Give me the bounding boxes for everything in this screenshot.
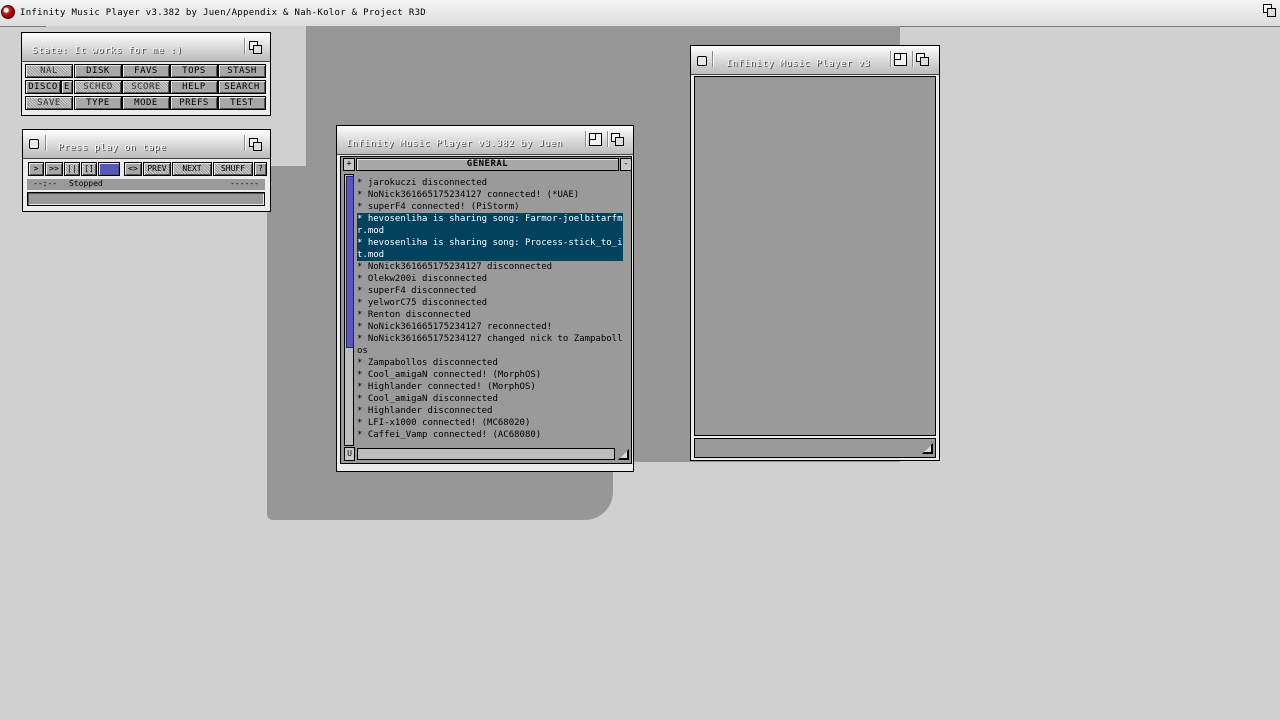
chat-message: * superF4 disconnected [357, 286, 477, 296]
screen-title: Infinity Music Player v3.382 by Juen/App… [20, 8, 427, 18]
chat-message: * yelworC75 disconnected [357, 298, 488, 308]
loop-button[interactable]: <> [124, 162, 142, 176]
chat-window: Infinity Music Player v3.382 by Juen + G… [336, 125, 634, 472]
player-controls: > >> || [] <> PREV NEXT SHUFF ? [28, 162, 268, 176]
tops-button[interactable]: TOPS [170, 64, 218, 78]
player-window: Press play on tape > >> || [] <> PREV NE… [22, 129, 271, 212]
prefs-button[interactable]: PREFS [170, 96, 218, 110]
sched-button[interactable]: SCHED [74, 80, 122, 94]
chat-window-titlebar[interactable]: Infinity Music Player v3.382 by Juen [337, 126, 633, 155]
score-button[interactable]: SCORE [122, 80, 170, 94]
chat-message: * Renton disconnected [357, 310, 471, 320]
mode-button[interactable]: MODE [122, 96, 170, 110]
e-button[interactable]: E [61, 80, 73, 94]
play-status: Stopped [69, 179, 103, 188]
song-progress-bar[interactable] [27, 192, 265, 206]
volume-slider[interactable] [98, 162, 120, 176]
window-title: State: It works for me :) [32, 46, 183, 56]
chat-message-highlighted[interactable]: * hevosenliha is sharing song: Farmor-jo… [357, 213, 623, 237]
channel-bar: + GENERAL - [341, 157, 632, 171]
right-window-content [694, 76, 936, 436]
status-row: --:-- Stopped ------ [27, 179, 265, 190]
close-gadget-icon[interactable] [697, 56, 707, 66]
titlebar-separator [712, 51, 713, 67]
channel-remove-button[interactable]: - [620, 158, 632, 171]
chat-message: * Highlander disconnected [357, 406, 493, 416]
titlebar-separator [912, 51, 913, 67]
screen-title-bar: Infinity Music Player v3.382 by Juen/App… [0, 0, 1280, 27]
save-button[interactable]: SAVE [25, 96, 73, 110]
next-button[interactable]: NEXT [172, 162, 212, 176]
nal-button[interactable]: NAL [25, 64, 73, 78]
chat-message: * superF4 connected! (PiStorm) [357, 202, 520, 212]
search-button[interactable]: SEARCH [218, 80, 266, 94]
window-title: Infinity Music Player v3 [726, 59, 871, 69]
right-window: Infinity Music Player v3 [690, 45, 940, 461]
help-button[interactable]: HELP [170, 80, 218, 94]
chat-message: * jarokuczi disconnected [357, 178, 488, 188]
close-gadget-icon[interactable] [29, 139, 39, 149]
titlebar-separator [585, 131, 586, 147]
chat-message: * Caffei_Vamp connected! (AC68080) [357, 430, 542, 440]
chat-message: * LFI-x1000 connected! (MC68020) [357, 418, 531, 428]
chat-message: * NoNick361665175234127 changed nick to … [357, 334, 623, 356]
disk-button[interactable]: DISK [74, 64, 122, 78]
scrollbar-thumb[interactable] [346, 176, 354, 348]
channel-name[interactable]: GENERAL [356, 158, 619, 171]
right-window-titlebar[interactable]: Infinity Music Player v3 [691, 46, 939, 75]
app-logo-icon [1, 5, 15, 19]
window-title: Press play on tape [58, 143, 167, 153]
titlebar-separator [607, 131, 608, 147]
resize-handle-icon[interactable] [617, 448, 629, 460]
chat-message: * NoNick361665175234127 disconnected [357, 262, 553, 272]
titlebar-separator [890, 51, 891, 67]
shuffle-button[interactable]: SHUFF [213, 162, 253, 176]
info-button[interactable]: ? [254, 162, 267, 176]
depth-gadget-icon[interactable] [915, 52, 931, 68]
chat-input-field[interactable] [357, 448, 615, 460]
chat-message: * NoNick361665175234127 reconnected! [357, 322, 553, 332]
screen-depth-icon[interactable] [1262, 3, 1278, 19]
chat-message: * Cool_amigaN connected! (MorphOS) [357, 370, 542, 380]
forward-button[interactable]: >> [45, 162, 63, 176]
status-extra: ------ [230, 179, 259, 188]
disco-button[interactable]: DISCO [25, 80, 61, 94]
chat-message: * Olekw200i disconnected [357, 274, 488, 284]
chat-message-highlighted[interactable]: * hevosenliha is sharing song: Process-s… [357, 237, 623, 261]
state-window: State: It works for me :) NAL DISK FAVS … [21, 32, 271, 116]
channel-add-button[interactable]: + [343, 158, 355, 171]
play-button[interactable]: > [28, 162, 44, 176]
chat-message: * NoNick361665175234127 connected! (*UAE… [357, 190, 580, 200]
window-title: Infinity Music Player v3.382 by Juen [346, 139, 563, 149]
user-list-button[interactable]: U [344, 447, 355, 461]
resize-handle-icon[interactable] [921, 442, 933, 454]
right-window-bottom-bar [694, 438, 936, 458]
test-button[interactable]: TEST [218, 96, 266, 110]
favs-button[interactable]: FAVS [122, 64, 170, 78]
stash-button[interactable]: STASH [218, 64, 266, 78]
zoom-gadget-icon[interactable] [588, 132, 604, 148]
chat-vertical-scrollbar[interactable] [344, 174, 354, 446]
chat-message: * Cool_amigaN disconnected [357, 394, 498, 404]
pause-button[interactable]: || [64, 162, 80, 176]
titlebar-separator [244, 38, 245, 54]
depth-gadget-icon[interactable] [248, 40, 264, 56]
stop-button[interactable]: [] [81, 162, 97, 176]
player-window-titlebar[interactable]: Press play on tape [23, 130, 270, 159]
titlebar-separator [45, 135, 46, 151]
chat-message: * Zampabollos disconnected [357, 358, 498, 368]
play-time: --:-- [33, 179, 58, 188]
prev-button[interactable]: PREV [143, 162, 171, 176]
type-button[interactable]: TYPE [74, 96, 122, 110]
chat-panel: + GENERAL - * jarokuczi disconnected * N… [340, 156, 632, 464]
zoom-gadget-icon[interactable] [893, 52, 909, 68]
depth-gadget-icon[interactable] [248, 137, 264, 153]
titlebar-separator [244, 135, 245, 151]
state-window-titlebar[interactable]: State: It works for me :) [22, 33, 270, 62]
chat-log: * jarokuczi disconnected * NoNick3616651… [357, 177, 623, 447]
chat-message: * Highlander connected! (MorphOS) [357, 382, 536, 392]
depth-gadget-icon[interactable] [610, 132, 626, 148]
